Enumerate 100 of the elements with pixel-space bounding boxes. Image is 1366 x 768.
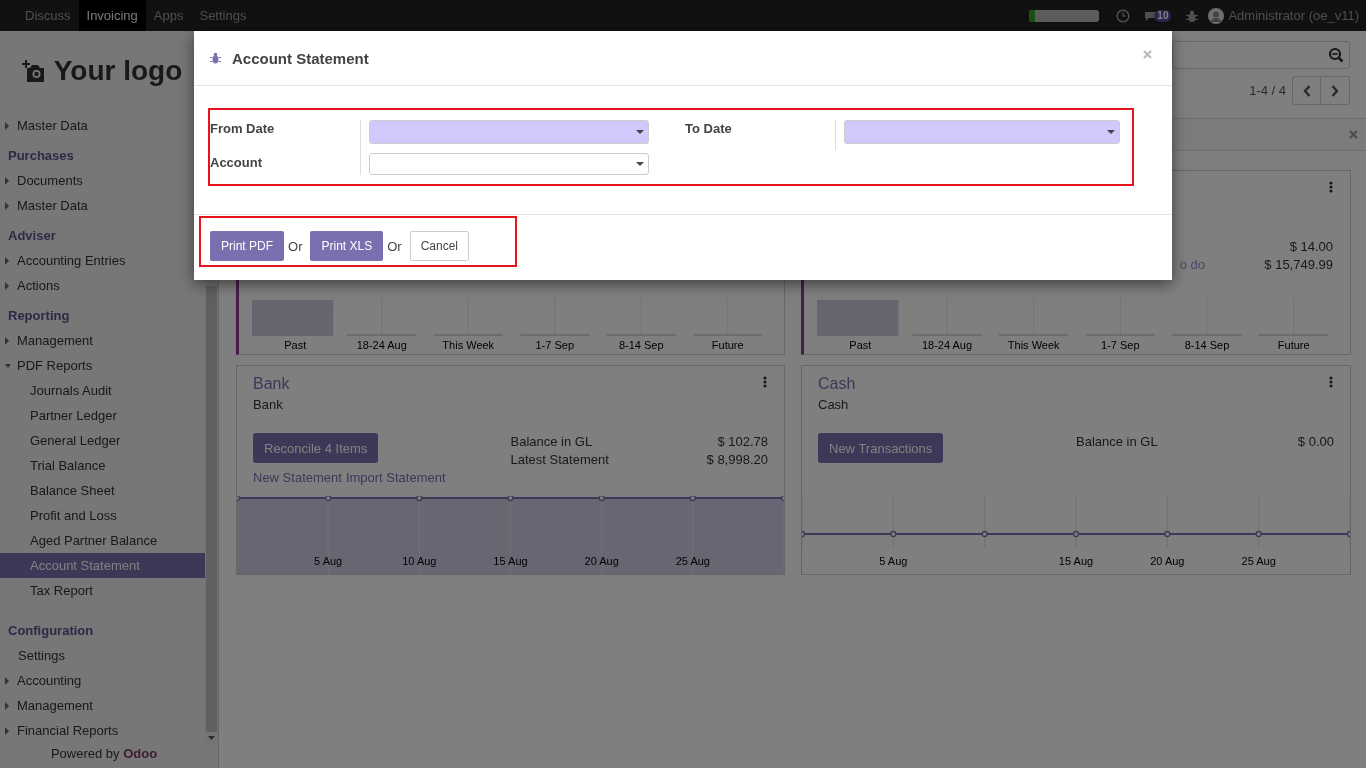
menu-item[interactable]: PDF Reports <box>0 353 205 378</box>
submenu-item[interactable]: Aged Partner Balance <box>0 528 205 553</box>
app-menu-item[interactable]: Discuss <box>17 0 79 31</box>
chevron-right-icon <box>1331 84 1339 97</box>
axis-label: 15 Aug <box>1058 555 1094 567</box>
menu-item[interactable]: Management <box>0 693 205 718</box>
logo-text: Your logo <box>53 55 183 87</box>
app-menu-item[interactable]: Apps <box>145 0 192 31</box>
data-point <box>1164 530 1171 538</box>
menu-item[interactable]: Accounting <box>0 668 205 693</box>
more-icon[interactable] <box>1329 181 1333 193</box>
axis-label: 5 Aug <box>879 555 908 567</box>
action-button[interactable]: Reconcile 4 Items <box>253 433 379 463</box>
row-label: o do <box>1178 256 1205 274</box>
axis-label: Past <box>848 339 873 351</box>
submenu-item[interactable]: Profit and Loss <box>0 503 205 528</box>
menu-item[interactable]: Master Data <box>0 113 205 138</box>
data-point <box>689 496 696 502</box>
user-name[interactable]: Administrator (oe_v11) <box>1228 8 1359 23</box>
submenu-item[interactable]: Partner Ledger <box>0 403 205 428</box>
more-icon[interactable] <box>763 376 767 388</box>
amount-value: $ 8,998.20 <box>706 451 768 469</box>
action-link[interactable]: New Statement <box>253 470 342 485</box>
data-point <box>507 496 514 502</box>
data-point <box>598 496 605 502</box>
clock-icon[interactable] <box>1116 8 1131 23</box>
menu-item[interactable]: Settings <box>0 643 205 668</box>
axis-label: 25 Aug <box>675 555 710 567</box>
submenu-item[interactable]: Account Statement <box>0 553 205 578</box>
axis-label: 1-7 Sep <box>1100 339 1141 351</box>
card-subtitle: Bank <box>253 396 284 414</box>
row-label: Balance in GL <box>510 433 594 451</box>
camera-icon <box>21 60 46 82</box>
amount-value: $ 0.00 <box>1297 433 1334 451</box>
axis-label: 8-14 Sep <box>1183 339 1231 351</box>
field-label: Account <box>210 155 263 171</box>
submenu-item[interactable]: Journals Audit <box>0 378 205 403</box>
bug-icon[interactable] <box>1185 8 1200 23</box>
axis-label: 10 Aug <box>402 555 437 567</box>
axis-label: Past <box>283 339 308 351</box>
dropdown-field[interactable] <box>369 120 649 144</box>
app-menu-item[interactable]: Invoicing <box>78 0 146 31</box>
axis-label: This Week <box>441 339 496 351</box>
app-menu-item[interactable]: Settings <box>191 0 255 31</box>
menu-item[interactable]: Actions <box>0 273 205 298</box>
avatar-icon <box>1208 7 1225 24</box>
more-icon[interactable] <box>1329 376 1333 388</box>
submenu-item[interactable]: General Ledger <box>0 428 205 453</box>
print-button[interactable]: Print PDF <box>210 231 284 261</box>
menu-section-title: Configuration <box>7 622 95 640</box>
axis-label: 18-24 Aug <box>355 339 408 351</box>
bug-icon <box>210 52 221 64</box>
cancel-button[interactable]: Cancel <box>409 231 469 261</box>
field-label: From Date <box>210 121 276 137</box>
close-button[interactable] <box>1349 130 1358 139</box>
data-point <box>981 530 988 538</box>
action-button[interactable]: New Transactions <box>818 433 944 463</box>
progress-bar[interactable] <box>1029 9 1100 22</box>
menu-item[interactable]: Accounting Entries <box>0 248 205 273</box>
axis-label: 8-14 Sep <box>617 339 665 351</box>
chat-icon[interactable] <box>1144 9 1157 22</box>
pager-value[interactable]: 1-4 / 4 <box>1249 83 1286 98</box>
notification-count: 10 <box>1154 9 1172 22</box>
caret-icon <box>1107 130 1115 134</box>
axis-label: 1-7 Sep <box>534 339 575 351</box>
search-field[interactable] <box>1172 41 1350 69</box>
menu-item[interactable]: Documents <box>0 168 205 193</box>
close-button[interactable] <box>1143 49 1152 59</box>
axis-label: 25 Aug <box>1241 555 1276 567</box>
or-text: Or <box>288 238 304 254</box>
scroll-down-icon <box>208 736 215 740</box>
menu-item[interactable]: Management <box>0 328 205 353</box>
submenu-item[interactable]: Balance Sheet <box>0 478 205 503</box>
submenu-item[interactable]: Trial Balance <box>0 453 205 478</box>
axis-label: 18-24 Aug <box>920 339 974 351</box>
amount-value: $ 14.00 <box>1288 238 1333 256</box>
action-link[interactable]: Import Statement <box>345 470 446 485</box>
menu-section-title: Reporting <box>7 307 71 325</box>
menu-item[interactable]: Financial Reports <box>0 718 205 743</box>
caret-icon <box>636 162 644 166</box>
previous-button[interactable] <box>1292 76 1321 105</box>
powered-by-text: Powered by Odoo <box>49 745 159 763</box>
dropdown-field[interactable] <box>369 153 649 175</box>
card-title[interactable]: Bank <box>253 374 290 394</box>
submenu-item[interactable]: Tax Report <box>0 578 205 603</box>
dialog-title: Account Statement <box>232 49 369 67</box>
or-text: Or <box>387 238 403 254</box>
next-button[interactable] <box>1321 76 1350 105</box>
data-point <box>416 496 423 502</box>
print-button[interactable]: Print XLS <box>310 231 384 261</box>
card-title[interactable]: Cash <box>818 374 856 394</box>
data-point <box>325 496 332 502</box>
axis-label: 15 Aug <box>493 555 528 567</box>
field-label: To Date <box>685 121 733 137</box>
axis-label: 20 Aug <box>1150 555 1185 567</box>
row-label: Latest Statement <box>510 451 610 469</box>
menu-item[interactable]: Master Data <box>0 193 205 218</box>
dropdown-field[interactable] <box>844 120 1120 144</box>
axis-label: Future <box>1276 339 1311 351</box>
search-icon <box>1328 47 1344 63</box>
